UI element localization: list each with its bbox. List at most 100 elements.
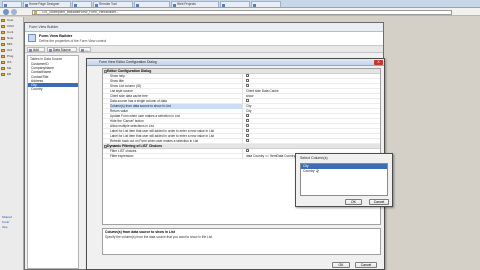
form-icon: [28, 34, 36, 42]
data-source-button[interactable]: Data Source: [47, 47, 77, 52]
left-pane-item[interactable]: ER: [0, 71, 23, 77]
page-icon: [253, 3, 256, 7]
left-pane-item-label: Ma: [7, 66, 12, 70]
checkbox[interactable]: [246, 119, 250, 123]
description-text: Specify the column(s) from the data sour…: [105, 235, 213, 239]
background-left-pane: Cust CISV Cont Note MIS Ord Prog ITA Ma ER Shared…: [0, 17, 24, 270]
left-pane-item-label: MIS: [7, 42, 13, 46]
tables-list: Tables in Data Source CustomerID CompanyN…: [27, 55, 79, 269]
left-pane-item-label: Note: [7, 36, 14, 40]
browser-tab[interactable]: Remote Tool: [93, 1, 133, 7]
property-value-text: Client side Data Cache: [246, 89, 279, 93]
browser-tab[interactable]: Web Projects: [171, 1, 219, 7]
browser-tab-strip: Home Page Designer Remote Tool Web Proje…: [0, 0, 480, 8]
browser-tab[interactable]: [72, 1, 92, 7]
browser-tab[interactable]: [134, 1, 170, 7]
collapse-icon[interactable]: −: [103, 70, 107, 73]
page-icon: [74, 3, 77, 7]
folder-icon: [1, 48, 5, 52]
select-columns-title: Select Column(s): [300, 156, 328, 160]
folder-icon: [1, 24, 5, 28]
url-text: ...CIS_Sharepoint_list$BaseView_Form_Vie…: [39, 9, 119, 14]
favicon-icon: [34, 11, 37, 14]
left-pane-item-label: ITA: [7, 60, 12, 64]
toolbar-label: ...: [85, 48, 88, 52]
page-icon: [222, 3, 225, 7]
section-title: Editor Configuration Dialog: [107, 69, 152, 73]
checkbox[interactable]: ✓: [246, 79, 249, 83]
left-pane-item-label: Cust: [7, 18, 14, 22]
mouse-cursor-icon: [316, 168, 319, 173]
left-link[interactable]: Ope: [0, 225, 24, 230]
page-icon: [136, 3, 139, 7]
builder-toolbar: Add Data Source ...: [25, 46, 383, 53]
checkbox[interactable]: [246, 84, 250, 88]
window-title: Form View Builder: [25, 23, 383, 32]
checkbox[interactable]: [246, 99, 250, 103]
property-name: Filter expression: [110, 154, 243, 159]
builder-subheading: Define the properties of the Form View c…: [39, 39, 107, 43]
close-button[interactable]: X: [374, 60, 383, 65]
property-description: Column(s) from data source to show in Li…: [102, 228, 381, 255]
browser-tab-label: Home Page Designer: [29, 2, 60, 6]
left-pane-item-label: Prog: [7, 54, 14, 58]
checkbox[interactable]: [246, 124, 250, 128]
left-pane-item-label: Ord: [7, 48, 13, 52]
checkbox[interactable]: [246, 134, 250, 138]
checkbox[interactable]: [246, 139, 250, 143]
property-value-text: City: [246, 109, 252, 113]
database-icon: [49, 49, 52, 52]
browser-tab-label: Web Projects: [177, 2, 196, 6]
config-dialog-title-text: Form View Editor Configuration Dialog: [99, 60, 157, 64]
page-icon: [25, 3, 28, 7]
left-links: Shared Contr Ope: [0, 215, 24, 230]
checkbox[interactable]: [246, 129, 250, 133]
add-icon: [29, 49, 32, 52]
section-title: Dynamic Filtering of LIST Choices: [107, 144, 163, 148]
forward-icon[interactable]: [11, 9, 17, 15]
table-row[interactable]: Country: [28, 87, 78, 91]
column-list-item[interactable]: Country: [301, 169, 387, 174]
property-value-text: data Country == 'ItemData Country': [246, 154, 296, 158]
select-columns-dialog: Select Column(s) City Country OK Cancel: [295, 153, 393, 207]
cancel-button[interactable]: Cancel: [369, 199, 389, 205]
ok-button[interactable]: OK: [345, 199, 362, 205]
folder-icon: [1, 18, 5, 22]
toolbar-label: Data Source: [53, 48, 71, 52]
left-pane-item-label: CISV: [7, 24, 15, 28]
browser-tab-label: Remote Tool: [99, 2, 117, 6]
checkbox[interactable]: ✓: [246, 149, 249, 153]
page-icon: [95, 3, 98, 7]
builder-header: Form View Builder Define the properties …: [25, 32, 383, 46]
config-dialog-title: Form View Editor Configuration Dialog X: [87, 59, 384, 66]
collapse-icon[interactable]: −: [103, 145, 107, 148]
add-button[interactable]: Add: [27, 47, 45, 52]
page-icon: [173, 3, 176, 7]
columns-list[interactable]: City Country: [300, 163, 388, 196]
checkbox[interactable]: ✓: [246, 74, 249, 78]
checkbox[interactable]: ✓: [246, 114, 249, 118]
folder-icon: [1, 66, 5, 70]
browser-tab[interactable]: [251, 1, 281, 7]
toolbar-label: Add: [33, 48, 39, 52]
page-icon: [4, 3, 7, 7]
cancel-button[interactable]: Cancel: [355, 262, 377, 268]
folder-icon: [1, 60, 5, 64]
browser-tab[interactable]: [2, 1, 22, 7]
description-title: Column(s) from data source to show in Li…: [105, 230, 175, 234]
left-pane-item-label: ER: [7, 72, 12, 76]
browser-tab[interactable]: Home Page Designer: [23, 1, 71, 7]
folder-icon: [1, 54, 5, 58]
builder-heading: Form View Builder: [39, 34, 73, 38]
more-button[interactable]: ...: [79, 47, 91, 52]
folder-icon: [1, 30, 5, 34]
address-bar: ...CIS_Sharepoint_list$BaseView_Form_Vie…: [0, 8, 480, 16]
ok-button[interactable]: OK: [332, 262, 350, 268]
url-input[interactable]: ...CIS_Sharepoint_list$BaseView_Form_Vie…: [32, 9, 452, 15]
folder-icon: [1, 36, 5, 40]
folder-icon: [1, 42, 5, 46]
back-icon[interactable]: [3, 9, 9, 15]
property-value-text: show: [246, 94, 254, 98]
folder-icon: [1, 72, 5, 76]
browser-tab[interactable]: [220, 1, 250, 7]
